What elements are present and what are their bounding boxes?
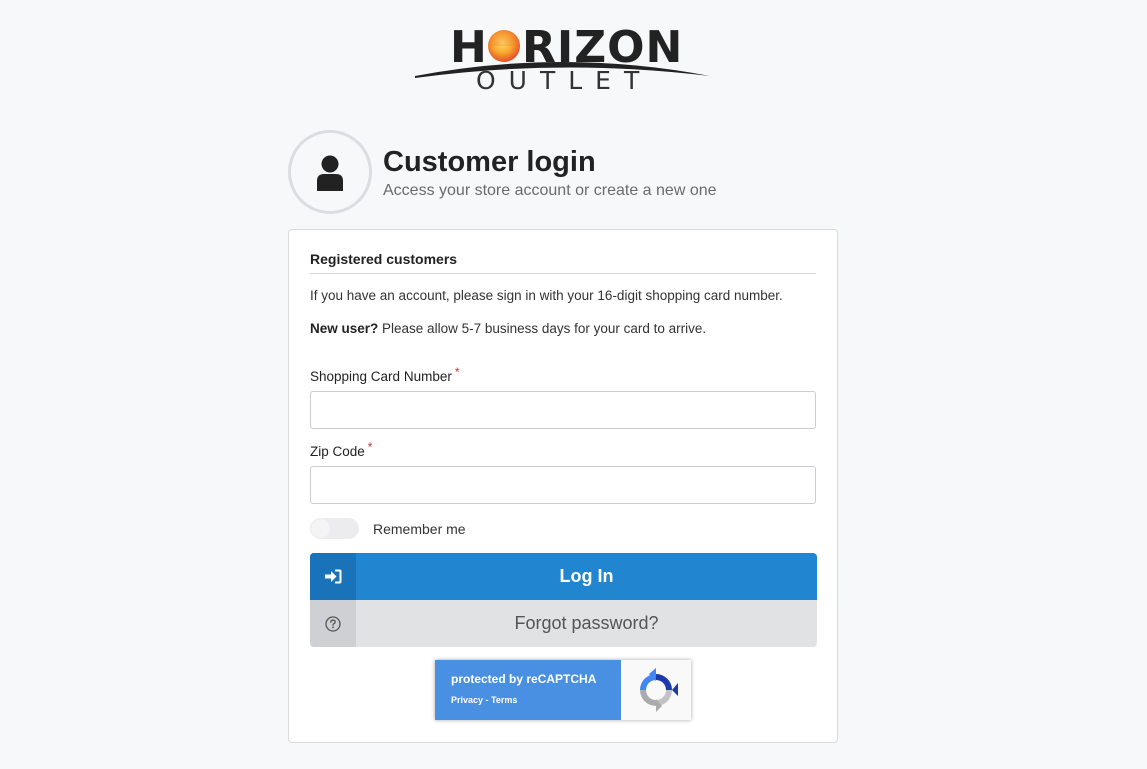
required-mark: * [454,365,460,379]
recaptcha-links: Privacy - Terms [451,694,517,706]
new-user-text: New user? Please allow 5-7 business days… [310,320,706,338]
card-number-label: Shopping Card Number * [310,365,460,386]
section-title: Registered customers [310,250,816,274]
zip-code-label: Zip Code * [310,440,373,461]
horizon-outlet-logo[interactable]: H RIZON OUTLET [412,18,714,94]
sign-in-icon [310,553,356,600]
login-header: Customer login Access your store account… [288,130,838,216]
forgot-password-button[interactable]: Forgot password? [310,600,817,647]
user-icon [317,155,343,191]
card-number-label-text: Shopping Card Number [310,369,452,384]
page-subtitle: Access your store account or create a ne… [383,182,717,199]
question-circle-icon [310,600,356,647]
info-text: If you have an account, please sign in w… [310,288,783,303]
forgot-password-label: Forgot password? [514,613,659,633]
recaptcha-terms-link[interactable]: Terms [491,695,517,705]
page-title: Customer login [383,146,596,178]
recaptcha-title: protected by reCAPTCHA [451,672,597,686]
recaptcha-badge[interactable]: protected by reCAPTCHA Privacy - Terms [435,660,691,720]
login-card: Registered customers If you have an acco… [288,229,838,743]
recaptcha-icon [640,668,678,712]
zip-code-input[interactable] [310,466,816,504]
recaptcha-panel: protected by reCAPTCHA Privacy - Terms [435,660,621,720]
recaptcha-privacy-link[interactable]: Privacy [451,695,483,705]
toggle-knob [311,519,330,538]
zip-code-label-text: Zip Code [310,444,365,459]
login-button-label: Log In [559,566,614,586]
card-number-input[interactable] [310,391,816,429]
required-mark: * [367,440,373,454]
recaptcha-logo [621,660,691,720]
recaptcha-link-separator: - [483,695,492,705]
new-user-bold: New user? [310,321,379,336]
login-button[interactable]: Log In [310,553,817,600]
logo-graphic: H RIZON OUTLET [415,22,710,94]
svg-text:OUTLET: OUTLET [476,66,652,94]
avatar [288,130,372,214]
new-user-note: Please allow 5-7 business days for your … [378,321,707,336]
remember-me-toggle[interactable] [310,518,359,539]
remember-me-label[interactable]: Remember me [373,520,466,538]
